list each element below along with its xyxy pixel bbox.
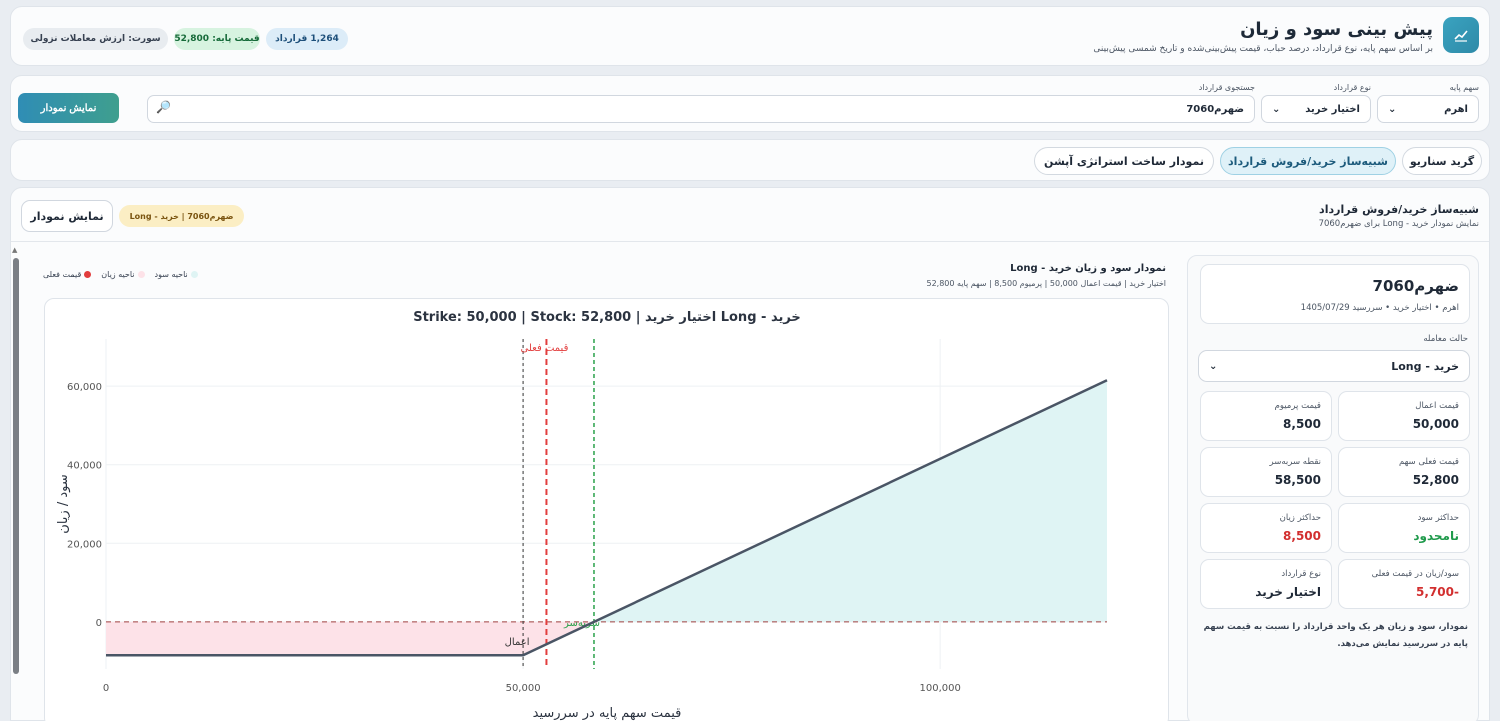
stat-label: قیمت فعلی سهم (1398, 457, 1459, 467)
stat-label: قیمت پرمیوم (1274, 401, 1321, 411)
x-tick-label: 50,000 (506, 683, 541, 694)
stat-value: 52,800 (1412, 473, 1459, 487)
section-show-chart-button[interactable]: نمایش نمودار (21, 200, 113, 232)
legend-profit: ناحیه سود (155, 270, 198, 279)
page-header: پیش بینی سود و زیان بر اساس سهم پایه، نو… (10, 6, 1490, 66)
contract-summary-card: ضهرم7060 اهرم • اختیار خرید • سررسید 140… (1200, 264, 1470, 324)
stock-label: سهم پایه (1449, 83, 1479, 92)
chart-legend: ناحیه سود ناحیه زیان قیمت فعلی (43, 270, 198, 279)
contract-type-select[interactable]: اختیار خرید ⌄ (1261, 95, 1371, 123)
trade-state-select[interactable]: خرید - Long ⌄ (1198, 350, 1470, 382)
loss-area (106, 621, 524, 656)
contract-type-label: نوع قرارداد (1333, 83, 1371, 92)
legend-current: قیمت فعلی (43, 270, 92, 279)
tab-scenario-grid[interactable]: گرید سناریو (1402, 147, 1482, 175)
chart-title: نمودار سود و زیان خرید - Long (1010, 263, 1166, 274)
current-price-label: قیمت فعلی (521, 343, 569, 354)
stat-contract-type: نوع قرارداد اختیار خرید (1200, 559, 1332, 609)
base-price-badge: قیمت پایه: 52,800 (174, 28, 260, 50)
x-axis-label: قیمت سهم پایه در سررسید (533, 706, 682, 721)
contract-badge: ضهرم7060 | خرید - Long (119, 205, 244, 227)
legend-current-label: قیمت فعلی (43, 270, 82, 279)
chevron-down-icon: ⌄ (1272, 103, 1281, 115)
chart-note: نمودار، سود و زیان هر یک واحد قرارداد را… (1203, 622, 1468, 649)
stat-breakeven: نقطه سربه‌سر 58,500 (1200, 447, 1332, 497)
legend-dot (84, 271, 92, 278)
trade-state-value: خرید - Long (1391, 359, 1459, 373)
chevron-down-icon: ⌄ (1209, 360, 1218, 372)
stat-label: حداکثر سود (1417, 513, 1459, 523)
stat-value: 58,500 (1274, 473, 1321, 487)
y-tick-label: 60,000 (67, 382, 102, 393)
chart-subtitle: اختیار خرید | قیمت اعمال 50,000 | پرمیوم… (926, 279, 1166, 288)
search-input-value: ضهرم7060 (1186, 103, 1244, 115)
page-subtitle: بر اساس سهم پایه، نوع قرارداد، درصد حباب… (1093, 44, 1433, 54)
y-tick-label: 20,000 (67, 539, 102, 550)
stat-pnl-current: سود/زیان در قیمت فعلی -5,700 (1338, 559, 1470, 609)
legend-dot (137, 271, 145, 278)
scroll-up-icon[interactable]: ▲ (12, 246, 17, 254)
contract-name: ضهرم7060 (1372, 277, 1459, 295)
y-tick-label: 40,000 (67, 461, 102, 472)
stat-value: 8,500 (1283, 529, 1321, 543)
contract-count-badge: 1,264 قرارداد (266, 28, 348, 50)
stat-label: نوع قرارداد (1281, 569, 1321, 579)
tab-bar: گرید سناریو شبیه‌ساز خرید/فروش قرارداد ن… (10, 139, 1490, 181)
scrollbar[interactable]: ▲ (12, 246, 20, 721)
chart-line-icon (1443, 17, 1479, 53)
page-title: پیش بینی سود و زیان (1240, 19, 1433, 40)
stat-max-loss: حداکثر زیان 8,500 (1200, 503, 1332, 553)
stat-value: 8,500 (1283, 417, 1321, 431)
stat-label: قیمت اعمال (1415, 401, 1459, 411)
legend-profit-label: ناحیه سود (154, 270, 188, 279)
stat-max-profit: حداکثر سود نامحدود (1338, 503, 1470, 553)
sort-badge: سورت: ارزش معاملات نزولی (23, 28, 168, 50)
stat-value: نامحدود (1413, 529, 1459, 543)
trade-state-label: حالت معامله (1423, 334, 1468, 344)
chart-main-title: خرید - Long اختیار خرید | Strike: 50,000… (413, 310, 801, 325)
pnl-chart-svg: خرید - Long اختیار خرید | Strike: 50,000… (56, 310, 1108, 721)
tab-simulator[interactable]: شبیه‌ساز خرید/فروش قرارداد (1220, 147, 1396, 175)
stat-current-price: قیمت فعلی سهم 52,800 (1338, 447, 1470, 497)
contract-type-value: اختیار خرید (1305, 103, 1360, 115)
section-title: شبیه‌ساز خرید/فروش قرارداد (1319, 203, 1479, 216)
divider (11, 241, 1489, 242)
contract-details-panel: ضهرم7060 اهرم • اختیار خرید • سررسید 140… (1187, 255, 1479, 721)
strike-label: اعمال (505, 637, 530, 648)
stock-select[interactable]: اهرم ⌄ (1377, 95, 1479, 123)
simulator-section: شبیه‌ساز خرید/فروش قرارداد نمایش نمودار … (10, 187, 1490, 721)
filter-bar: سهم پایه اهرم ⌄ نوع قرارداد اختیار خرید … (10, 75, 1490, 132)
y-axis-label: سود / زیان (56, 474, 71, 533)
stat-strike: قیمت اعمال 50,000 (1338, 391, 1470, 441)
stat-premium: قیمت پرمیوم 8,500 (1200, 391, 1332, 441)
scroll-thumb[interactable] (13, 258, 19, 674)
legend-loss: ناحیه زیان (101, 270, 145, 279)
stat-label: سود/زیان در قیمت فعلی (1371, 569, 1459, 579)
legend-loss-label: ناحیه زیان (101, 270, 135, 279)
stat-label: نقطه سربه‌سر (1269, 457, 1321, 467)
stat-value: 50,000 (1412, 417, 1459, 431)
section-subtitle: نمایش نمودار خرید - Long برای ضهرم7060 (1318, 219, 1479, 229)
contract-search-input[interactable]: ضهرم7060 🔎 (147, 95, 1255, 123)
search-icon: 🔎 (156, 100, 171, 114)
stat-value: اختیار خرید (1255, 585, 1321, 599)
stat-value: -5,700 (1416, 585, 1459, 599)
legend-dot (190, 271, 198, 278)
tab-strategy-builder[interactable]: نمودار ساخت استراتژی آپشن (1034, 147, 1214, 175)
stock-select-value: اهرم (1444, 103, 1468, 115)
x-tick-label: 0 (103, 683, 109, 694)
contract-meta: اهرم • اختیار خرید • سررسید 1405/07/29 (1300, 303, 1459, 313)
stat-label: حداکثر زیان (1279, 513, 1321, 523)
y-tick-label: 0 (96, 618, 102, 629)
show-chart-button[interactable]: نمایش نمودار (18, 93, 119, 123)
pnl-chart: خرید - Long اختیار خرید | Strike: 50,000… (44, 298, 1169, 721)
chevron-down-icon: ⌄ (1388, 103, 1397, 115)
x-tick-label: 100,000 (919, 683, 960, 694)
search-label: جستجوی قرارداد (1198, 83, 1255, 92)
